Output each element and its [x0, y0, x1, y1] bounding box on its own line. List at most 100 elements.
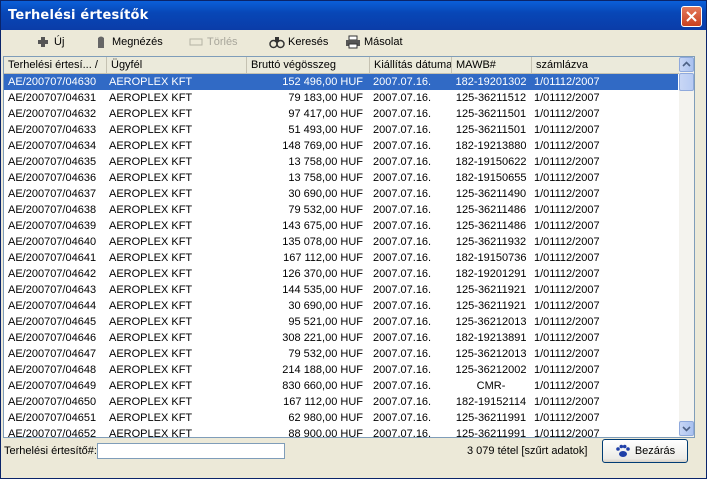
table-row[interactable]: AE/200707/04646 AEROPLEX KFT 308 221,00 HU…: [4, 330, 678, 346]
debit-note-cell: AE/200707/04635: [8, 156, 97, 168]
vertical-scrollbar[interactable]: [679, 57, 694, 437]
table-row[interactable]: AE/200707/04637 AEROPLEX KFT 30 690,00 HUF…: [4, 186, 678, 202]
client-cell: AEROPLEX KFT: [109, 268, 193, 280]
table-row[interactable]: AE/200707/04650 AEROPLEX KFT 167 112,00 HU…: [4, 394, 678, 410]
new-button[interactable]: Új: [35, 33, 64, 51]
table-row[interactable]: AE/200707/04632 AEROPLEX KFT 97 417,00 HUF…: [4, 106, 678, 122]
close-button[interactable]: Bezárás: [602, 439, 688, 463]
client-cell: AEROPLEX KFT: [109, 396, 193, 408]
client-cell: AEROPLEX KFT: [109, 92, 193, 104]
table-row[interactable]: AE/200707/04640 AEROPLEX KFT 135 078,00 HU…: [4, 234, 678, 250]
client-cell: AEROPLEX KFT: [109, 124, 193, 136]
column-header-issue-date[interactable]: Kiállítás dátuma: [370, 57, 452, 73]
column-header-invoiced[interactable]: számlázva: [532, 57, 679, 73]
gross-total-cell: 167 112,00 HUF: [283, 252, 363, 264]
issue-date-cell: 2007.07.16.: [373, 428, 432, 438]
debit-note-search-input[interactable]: [97, 443, 285, 459]
table-row[interactable]: AE/200707/04644 AEROPLEX KFT 30 690,00 HUF…: [4, 298, 678, 314]
debit-note-cell: AE/200707/04630: [8, 76, 97, 88]
view-button[interactable]: Megnézés: [93, 33, 163, 51]
close-icon: [686, 11, 697, 22]
issue-date-cell: 2007.07.16.: [373, 156, 432, 168]
gross-total-cell: 51 493,00 HUF: [288, 124, 363, 136]
mawb-cell: 125-36211921: [455, 284, 527, 296]
table-row[interactable]: AE/200707/04633 AEROPLEX KFT 51 493,00 HUF…: [4, 122, 678, 138]
title-bar[interactable]: Terhelési értesítők: [1, 1, 706, 30]
gross-total-cell: 79 532,00 HUF: [288, 204, 363, 216]
scroll-down-button[interactable]: [679, 421, 694, 436]
invoiced-cell: 1/01112/2007: [534, 140, 600, 152]
mawb-cell: 125-36212002: [455, 364, 527, 376]
issue-date-cell: 2007.07.16.: [373, 412, 432, 424]
debit-note-cell: AE/200707/04638: [8, 204, 97, 216]
table-row[interactable]: AE/200707/04635 AEROPLEX KFT 13 758,00 HUF…: [4, 154, 678, 170]
column-header-mawb[interactable]: MAWB#: [452, 57, 532, 73]
chevron-up-icon: [682, 61, 691, 67]
issue-date-cell: 2007.07.16.: [373, 284, 432, 296]
delete-button[interactable]: Törlés: [188, 33, 238, 51]
invoiced-cell: 1/01112/2007: [534, 172, 600, 184]
invoiced-cell: 1/01112/2007: [534, 332, 600, 344]
gross-total-cell: 13 758,00 HUF: [288, 172, 363, 184]
table-row[interactable]: AE/200707/04630 AEROPLEX KFT 152 496,00 HU…: [4, 74, 678, 90]
invoiced-cell: 1/01112/2007: [534, 76, 600, 88]
column-header-gross-total[interactable]: Bruttó végösszeg: [247, 57, 370, 73]
table-row[interactable]: AE/200707/04652 AEROPLEX KFT 88 900,00 HUF…: [4, 426, 678, 438]
client-cell: AEROPLEX KFT: [109, 172, 193, 184]
issue-date-cell: 2007.07.16.: [373, 140, 432, 152]
mawb-cell: 182-19150736: [455, 252, 527, 264]
client-cell: AEROPLEX KFT: [109, 428, 193, 438]
close-label: Bezárás: [634, 445, 676, 457]
table-row[interactable]: AE/200707/04645 AEROPLEX KFT 95 521,00 HUF…: [4, 314, 678, 330]
table-row[interactable]: AE/200707/04643 AEROPLEX KFT 144 535,00 HU…: [4, 282, 678, 298]
mawb-cell: 125-36212013: [455, 348, 527, 360]
search-button[interactable]: Keresés: [269, 33, 328, 51]
invoiced-cell: 1/01112/2007: [534, 428, 600, 438]
debit-note-cell: AE/200707/04652: [8, 428, 97, 438]
client-cell: AEROPLEX KFT: [109, 380, 193, 392]
table-row[interactable]: AE/200707/04647 AEROPLEX KFT 79 532,00 HUF…: [4, 346, 678, 362]
table-row[interactable]: AE/200707/04642 AEROPLEX KFT 126 370,00 HU…: [4, 266, 678, 282]
printer-icon: [346, 35, 360, 49]
view-label: Megnézés: [112, 36, 163, 48]
invoiced-cell: 1/01112/2007: [534, 188, 600, 200]
table-row[interactable]: AE/200707/04641 AEROPLEX KFT 167 112,00 HU…: [4, 250, 678, 266]
table-row[interactable]: AE/200707/04648 AEROPLEX KFT 214 188,00 HU…: [4, 362, 678, 378]
gross-total-cell: 62 980,00 HUF: [288, 412, 363, 424]
debit-note-cell: AE/200707/04636: [8, 172, 97, 184]
issue-date-cell: 2007.07.16.: [373, 172, 432, 184]
client-cell: AEROPLEX KFT: [109, 188, 193, 200]
window-title: Terhelési értesítők: [8, 8, 149, 23]
table-row[interactable]: AE/200707/04638 AEROPLEX KFT 79 532,00 HUF…: [4, 202, 678, 218]
debit-note-cell: AE/200707/04633: [8, 124, 97, 136]
table-row[interactable]: AE/200707/04636 AEROPLEX KFT 13 758,00 HUF…: [4, 170, 678, 186]
invoiced-cell: 1/01112/2007: [534, 108, 600, 120]
gross-total-cell: 97 417,00 HUF: [288, 108, 363, 120]
scroll-thumb[interactable]: [679, 73, 694, 91]
issue-date-cell: 2007.07.16.: [373, 220, 432, 232]
gross-total-cell: 13 758,00 HUF: [288, 156, 363, 168]
table-row[interactable]: AE/200707/04639 AEROPLEX KFT 143 675,00 HU…: [4, 218, 678, 234]
table-row[interactable]: AE/200707/04631 AEROPLEX KFT 79 183,00 HUF…: [4, 90, 678, 106]
copy-label: Másolat: [364, 36, 403, 48]
gross-total-cell: 308 221,00 HUF: [282, 332, 363, 344]
debit-note-cell: AE/200707/04650: [8, 396, 97, 408]
mawb-cell: 125-36211991: [455, 428, 527, 438]
table-row[interactable]: AE/200707/04634 AEROPLEX KFT 148 769,00 HU…: [4, 138, 678, 154]
issue-date-cell: 2007.07.16.: [373, 348, 432, 360]
table-row[interactable]: AE/200707/04649 AEROPLEX KFT 830 660,00 HU…: [4, 378, 678, 394]
column-header-debit-note[interactable]: Terhelési értesí... /: [4, 57, 107, 73]
window-close-button[interactable]: [681, 6, 702, 27]
mawb-cell: 125-36211490: [455, 188, 527, 200]
client-cell: AEROPLEX KFT: [109, 76, 193, 88]
table-row[interactable]: AE/200707/04651 AEROPLEX KFT 62 980,00 HUF…: [4, 410, 678, 426]
copy-button[interactable]: Másolat: [345, 33, 403, 51]
debit-note-cell: AE/200707/04648: [8, 364, 97, 376]
data-grid[interactable]: Terhelési értesí... / Ügyfél Bruttó végö…: [3, 56, 695, 438]
debit-note-cell: AE/200707/04634: [8, 140, 97, 152]
issue-date-cell: 2007.07.16.: [373, 316, 432, 328]
column-header-client[interactable]: Ügyfél: [107, 57, 247, 73]
invoiced-cell: 1/01112/2007: [534, 268, 600, 280]
scroll-up-button[interactable]: [679, 57, 694, 72]
gross-total-cell: 79 183,00 HUF: [288, 92, 363, 104]
